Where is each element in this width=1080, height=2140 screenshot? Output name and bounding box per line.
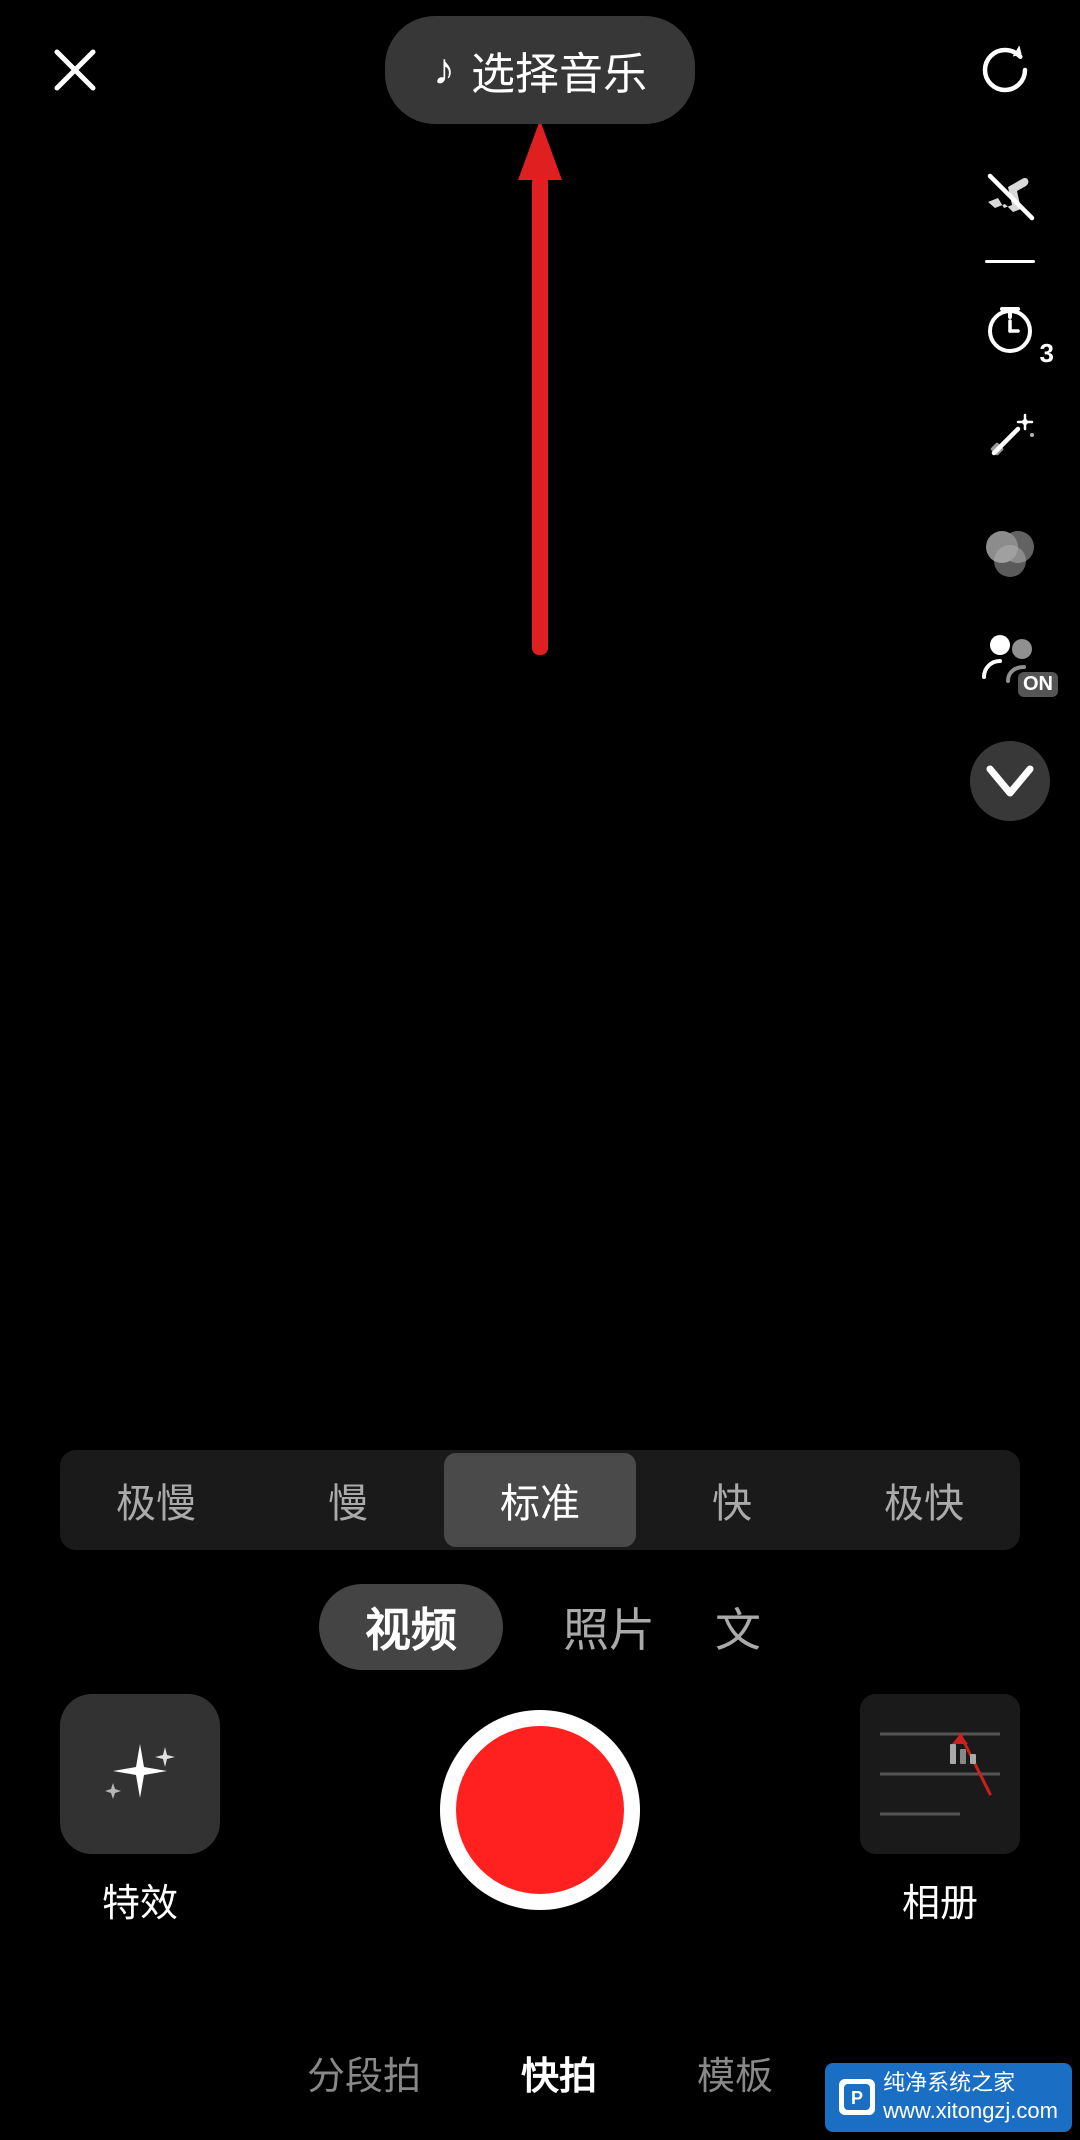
close-button[interactable]: [40, 35, 110, 105]
top-bar: ♪ 选择音乐: [0, 0, 1080, 140]
speed-item-fast[interactable]: 快: [636, 1453, 828, 1547]
watermark-text-line2: www.xitongzj.com: [883, 2097, 1058, 2126]
effects-label: 特效: [102, 1872, 178, 1927]
watermark-icon: P: [839, 2079, 875, 2115]
duet-button[interactable]: ON: [974, 621, 1046, 693]
duet-on-badge: ON: [1018, 672, 1058, 697]
arrow-annotation: [500, 120, 580, 685]
album-label: 相册: [902, 1872, 978, 1927]
speed-bar: 极慢 慢 标准 快 极快: [60, 1450, 1020, 1550]
watermark-text-line1: 纯净系统之家: [883, 2069, 1058, 2098]
sidebar-divider: [985, 260, 1035, 263]
bottom-controls: 特效: [0, 1700, 1080, 1920]
mode-tab-video[interactable]: 视频: [319, 1584, 503, 1670]
record-inner: [456, 1726, 624, 1894]
album-button[interactable]: 相册: [860, 1694, 1020, 1927]
speed-item-slow[interactable]: 慢: [252, 1453, 444, 1547]
timer-button[interactable]: 3: [974, 291, 1046, 363]
right-sidebar: 3 ON: [970, 160, 1050, 821]
speed-item-normal[interactable]: 标准: [444, 1453, 636, 1547]
beauty-button[interactable]: [974, 401, 1046, 473]
music-select-button[interactable]: ♪ 选择音乐: [385, 16, 695, 124]
timer-badge: 3: [1040, 338, 1054, 369]
bottom-nav-template[interactable]: 模板: [697, 2045, 773, 2100]
bottom-nav-segmented[interactable]: 分段拍: [307, 2045, 421, 2100]
speed-item-very-slow[interactable]: 极慢: [60, 1453, 252, 1547]
watermark: P 纯净系统之家 www.xitongzj.com: [825, 2063, 1072, 2132]
mode-tab-photo[interactable]: 照片: [563, 1584, 655, 1670]
record-button[interactable]: [440, 1710, 640, 1910]
speed-item-very-fast[interactable]: 极快: [828, 1453, 1020, 1547]
music-note-icon: ♪: [433, 45, 455, 95]
effects-icon: [60, 1694, 220, 1854]
mode-tab-text[interactable]: 文: [715, 1584, 761, 1670]
music-button-label: 选择音乐: [471, 38, 647, 102]
svg-text:P: P: [851, 2088, 863, 2108]
refresh-button[interactable]: [970, 35, 1040, 105]
mode-tabs: 视频 照片 文: [0, 1584, 1080, 1670]
airplane-off-icon[interactable]: [974, 160, 1046, 232]
effects-button[interactable]: 特效: [60, 1694, 220, 1927]
filter-button[interactable]: [974, 511, 1046, 583]
album-thumbnail: [860, 1694, 1020, 1854]
bottom-nav-quick[interactable]: 快拍: [521, 2045, 597, 2100]
expand-more-button[interactable]: [970, 741, 1050, 821]
